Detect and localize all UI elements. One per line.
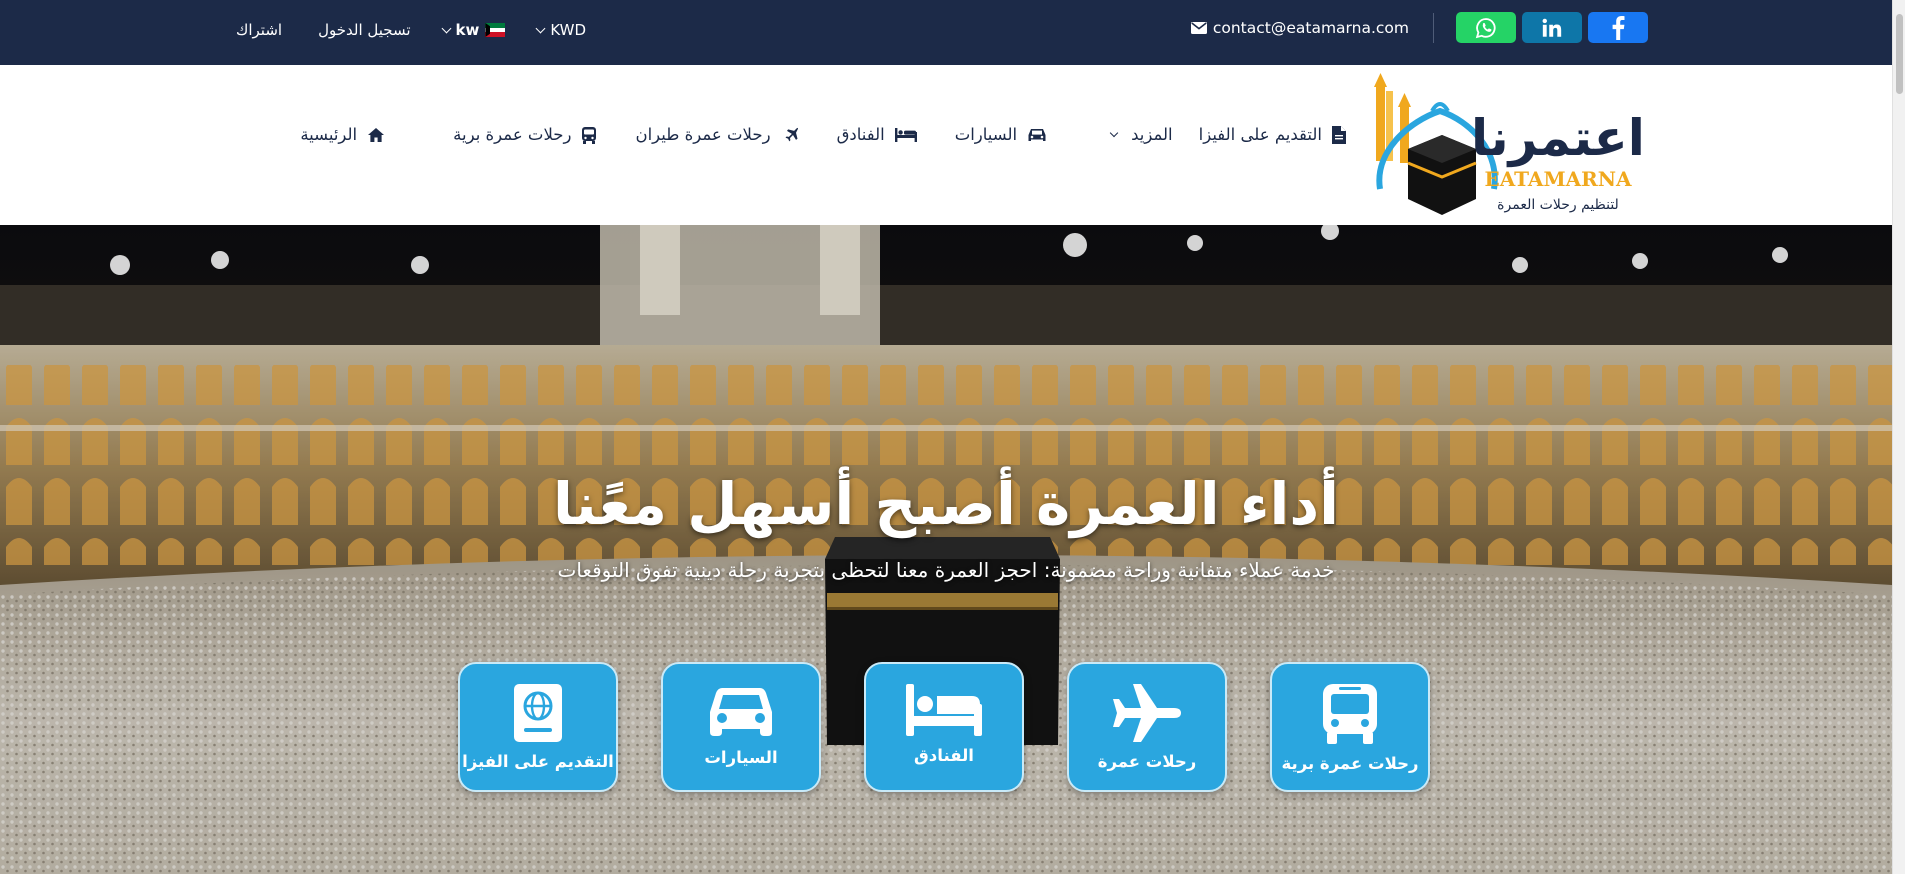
email-link[interactable]: contact@eatamarna.com	[1190, 18, 1409, 37]
nav-label: رحلات عمرة طيران	[635, 125, 771, 144]
nav-item-flight-umrah[interactable]: رحلات عمرة طيران	[635, 125, 798, 144]
top-bar-right: contact@eatamarna.com	[1190, 12, 1648, 43]
currency-selector[interactable]: KWD	[535, 21, 587, 39]
plane-icon	[1113, 684, 1181, 742]
service-card-label: التقديم على الفيزا	[462, 752, 614, 771]
file-icon	[1332, 125, 1346, 144]
logo-graphic: اعتمرنا EATAMARNA لتنظيم رحلات العمرة	[1374, 73, 1645, 215]
nav-item-land-umrah[interactable]: رحلات عمرة برية	[453, 125, 597, 144]
nav-item-more[interactable]: المزيد	[1109, 125, 1173, 144]
nav-item-cars[interactable]: السيارات	[955, 125, 1047, 144]
bed-icon	[906, 684, 982, 736]
bed-icon	[894, 127, 917, 142]
currency-label: KWD	[550, 21, 587, 39]
linkedin-icon	[1542, 18, 1562, 37]
nav-label: التقديم على الفيزا	[1198, 125, 1322, 144]
service-card-flights[interactable]: رحلات عمرة	[1067, 662, 1227, 792]
hero-section: أداء العمرة أصبح أسهل معًنا خدمة عملاء م…	[0, 225, 1892, 874]
page-scrollbar[interactable]	[1892, 0, 1905, 874]
whatsapp-icon	[1475, 17, 1496, 38]
main-navbar: اعتمرنا EATAMARNA لتنظيم رحلات العمرة ال…	[0, 65, 1892, 225]
logo-tagline: لتنظيم رحلات العمرة	[1497, 197, 1619, 213]
nav-label: المزيد	[1131, 125, 1173, 144]
site-logo[interactable]: اعتمرنا EATAMARNA لتنظيم رحلات العمرة	[1370, 71, 1645, 221]
language-selector[interactable]: kw	[441, 21, 506, 39]
passport-icon	[514, 684, 562, 742]
nav-item-hotels[interactable]: الفنادق	[837, 125, 917, 144]
service-card-label: رحلات عمرة	[1097, 752, 1197, 771]
facebook-icon	[1612, 15, 1625, 40]
top-bar-left: اشتراك تسجيل الدخول kw KWD	[236, 0, 586, 60]
nav-item-visa[interactable]: التقديم على الفيزا	[1199, 125, 1346, 144]
linkedin-button[interactable]	[1522, 12, 1582, 43]
service-card-hotels[interactable]: الفنادق	[864, 662, 1024, 792]
top-divider	[1433, 12, 1434, 43]
hero-title: أداء العمرة أصبح أسهل معًنا	[552, 470, 1340, 538]
facebook-button[interactable]	[1588, 12, 1648, 43]
whatsapp-button[interactable]	[1456, 12, 1516, 43]
service-card-label: السيارات	[704, 748, 778, 767]
car-icon	[1028, 128, 1046, 141]
signup-link[interactable]: اشتراك	[236, 21, 282, 39]
service-card-label: رحلات عمرة برية	[1281, 754, 1419, 773]
nav-label: الرئيسية	[300, 125, 358, 144]
bus-icon	[1323, 684, 1377, 744]
nav-label: الفنادق	[836, 125, 885, 144]
kuwait-flag-icon	[485, 23, 506, 37]
envelope-icon	[1190, 21, 1207, 34]
service-card-label: الفنادق	[914, 746, 974, 765]
service-card-land-umrah[interactable]: رحلات عمرة برية	[1270, 662, 1430, 792]
logo-latin-name: EATAMARNA	[1484, 167, 1632, 191]
email-text: contact@eatamarna.com	[1212, 18, 1409, 37]
nav-label: رحلات عمرة برية	[453, 125, 572, 144]
chevron-down-icon	[441, 23, 451, 33]
plane-icon	[785, 127, 798, 141]
home-icon	[368, 127, 385, 142]
car-icon	[710, 688, 772, 736]
service-card-visa[interactable]: التقديم على الفيزا	[458, 662, 618, 792]
scrollbar-thumb[interactable]	[1896, 14, 1903, 94]
bus-icon	[582, 126, 597, 144]
nav-item-home[interactable]: الرئيسية	[300, 125, 385, 144]
login-link[interactable]: تسجيل الدخول	[318, 21, 410, 39]
nav-label: السيارات	[954, 125, 1018, 144]
chevron-down-icon	[1109, 128, 1119, 137]
hero-subtitle: خدمة عملاء متفانية وراحة مضمونة: احجز ال…	[557, 558, 1335, 582]
language-label: kw	[455, 21, 480, 39]
service-card-cars[interactable]: السيارات	[661, 662, 821, 792]
logo-arabic-name: اعتمرنا	[1471, 109, 1644, 168]
chevron-down-icon	[535, 23, 546, 33]
main-nav: الرئيسية رحلات عمرة برية رحلات عمرة طيرا…	[300, 125, 1346, 144]
service-cards: التقديم على الفيزا السيارات الفنادق رحلا…	[458, 662, 1430, 792]
top-bar: اشتراك تسجيل الدخول kw KWD contact@eatam…	[0, 0, 1892, 65]
